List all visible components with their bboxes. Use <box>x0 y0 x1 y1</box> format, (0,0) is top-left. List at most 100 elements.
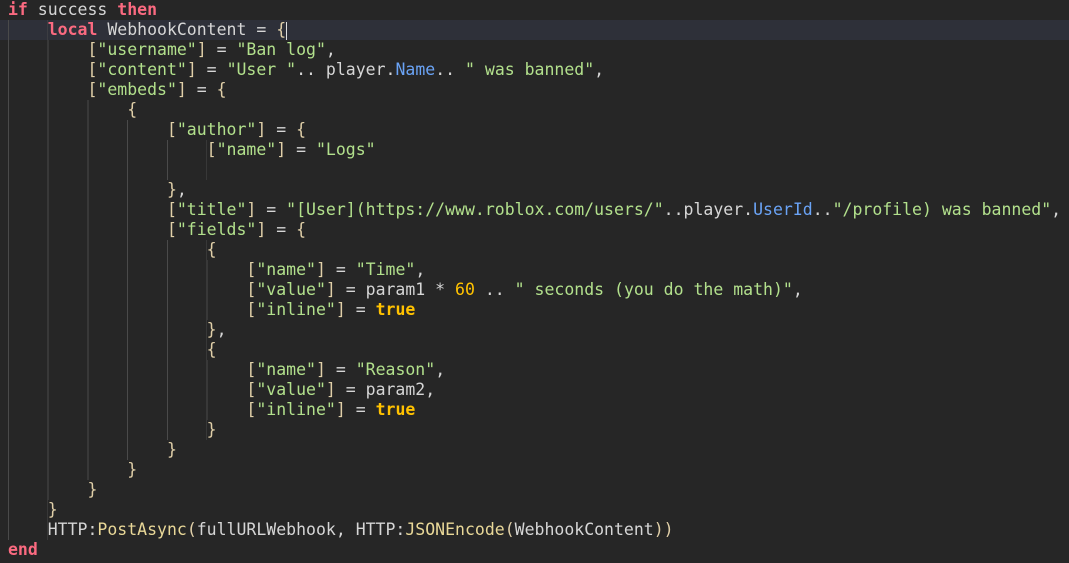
property-name: UserId <box>753 200 813 219</box>
code-line[interactable] <box>0 160 1069 180</box>
indent-guide <box>8 100 128 120</box>
punctuation: ] <box>335 400 346 419</box>
code-text: = param1 * <box>335 280 456 299</box>
code-line[interactable]: } <box>0 500 1069 520</box>
string-literal: "username" <box>97 40 197 59</box>
string-literal: " was banned" <box>465 60 595 79</box>
punctuation: [ <box>246 260 257 279</box>
indent-guide <box>8 520 48 540</box>
code-line[interactable]: ["name"] = "Logs" <box>0 140 1069 160</box>
code-line[interactable]: ["value"] = param2, <box>0 380 1069 400</box>
code-text: player. <box>683 200 754 219</box>
string-literal: "/profile) was banned" <box>832 200 1052 219</box>
indent-guide <box>8 480 88 500</box>
method-name: JSONEncode <box>405 520 505 539</box>
punctuation: ] <box>176 80 187 99</box>
indent-guide <box>8 80 88 100</box>
code-text: = <box>286 140 316 159</box>
code-text: = <box>266 120 297 139</box>
indent-guide <box>8 360 247 380</box>
code-line[interactable]: end <box>0 540 1069 560</box>
code-line[interactable]: }, <box>0 180 1069 200</box>
punctuation: { <box>216 80 227 99</box>
code-text: , <box>1051 200 1062 219</box>
code-text: = <box>345 300 376 319</box>
code-text: .. <box>663 200 684 219</box>
code-text: .. <box>812 200 833 219</box>
indent-guide <box>8 280 247 300</box>
code-text: HTTP: <box>47 520 98 539</box>
boolean-literal: true <box>375 300 416 319</box>
string-literal: "author" <box>176 120 257 139</box>
code-text: , <box>594 60 605 79</box>
code-line[interactable]: } <box>0 480 1069 500</box>
indent-guide <box>8 160 207 180</box>
punctuation: ] <box>276 140 287 159</box>
string-literal: "Time" <box>355 260 416 279</box>
code-line[interactable]: ["name"] = "Time", <box>0 260 1069 280</box>
code-line[interactable]: ["title"] = "[User](https://www.roblox.c… <box>0 200 1069 220</box>
property-name: Name <box>395 60 436 79</box>
code-line[interactable]: ["username"] = "Ban log", <box>0 40 1069 60</box>
code-line[interactable]: HTTP:PostAsync(fullURLWebhook, HTTP:JSON… <box>0 520 1069 540</box>
code-text: success <box>27 0 118 19</box>
code-text: , <box>415 260 426 279</box>
punctuation: ] <box>325 380 336 399</box>
code-line[interactable]: ["inline"] = true <box>0 400 1069 420</box>
code-line[interactable]: ["content"] = "User ".. player.Name.. " … <box>0 60 1069 80</box>
punctuation: } <box>166 180 177 199</box>
code-text: .. <box>474 280 515 299</box>
code-line[interactable]: ["value"] = param1 * 60 .. " seconds (yo… <box>0 280 1069 300</box>
code-line[interactable]: { <box>0 100 1069 120</box>
punctuation: } <box>87 480 98 499</box>
punctuation: [ <box>206 140 217 159</box>
string-literal: "fields" <box>176 220 257 239</box>
string-literal: "name" <box>216 140 277 159</box>
punctuation: { <box>127 100 138 119</box>
code-line[interactable]: { <box>0 240 1069 260</box>
code-line[interactable]: } <box>0 460 1069 480</box>
string-literal: "inline" <box>256 400 336 419</box>
keyword: local <box>47 20 98 39</box>
string-literal: "embeds" <box>97 80 177 99</box>
punctuation: ] <box>186 60 197 79</box>
code-text: fullURLWebhook, HTTP: <box>196 520 406 539</box>
code-line[interactable]: ["name"] = "Reason", <box>0 360 1069 380</box>
code-text: = <box>196 60 227 79</box>
code-line[interactable]: ["embeds"] = { <box>0 80 1069 100</box>
code-line[interactable]: ["author"] = { <box>0 120 1069 140</box>
indent-guide <box>8 260 247 280</box>
punctuation: [ <box>87 80 98 99</box>
code-line[interactable]: ["fields"] = { <box>0 220 1069 240</box>
code-text: = <box>206 40 237 59</box>
punctuation: [ <box>246 380 257 399</box>
string-literal: "value" <box>256 280 326 299</box>
code-text: = <box>256 200 287 219</box>
punctuation: ] <box>256 120 267 139</box>
punctuation: [ <box>246 400 257 419</box>
code-line[interactable]: { <box>0 340 1069 360</box>
string-literal: "title" <box>176 200 247 219</box>
method-name: PostAsync <box>97 520 187 539</box>
code-editor[interactable]: if success then local WebhookContent = {[… <box>0 0 1069 560</box>
string-literal: "Ban log" <box>236 40 326 59</box>
code-text: , <box>216 320 227 339</box>
punctuation: [ <box>246 280 257 299</box>
code-line[interactable]: } <box>0 440 1069 460</box>
code-line[interactable]: if success then <box>0 0 1069 20</box>
boolean-literal: true <box>375 400 416 419</box>
code-line[interactable]: ["inline"] = true <box>0 300 1069 320</box>
punctuation: { <box>206 340 217 359</box>
code-line[interactable]: local WebhookContent = { <box>0 20 1069 40</box>
indent-guide <box>8 240 207 260</box>
code-text: = <box>325 260 356 279</box>
indent-guide <box>8 60 88 80</box>
punctuation: [ <box>166 200 177 219</box>
string-literal: "inline" <box>256 300 336 319</box>
indent-guide <box>8 380 247 400</box>
code-line[interactable]: }, <box>0 320 1069 340</box>
code-line[interactable]: } <box>0 420 1069 440</box>
code-text: WebhookContent = <box>97 20 277 39</box>
punctuation: ] <box>256 220 267 239</box>
indent-guide <box>8 20 48 40</box>
